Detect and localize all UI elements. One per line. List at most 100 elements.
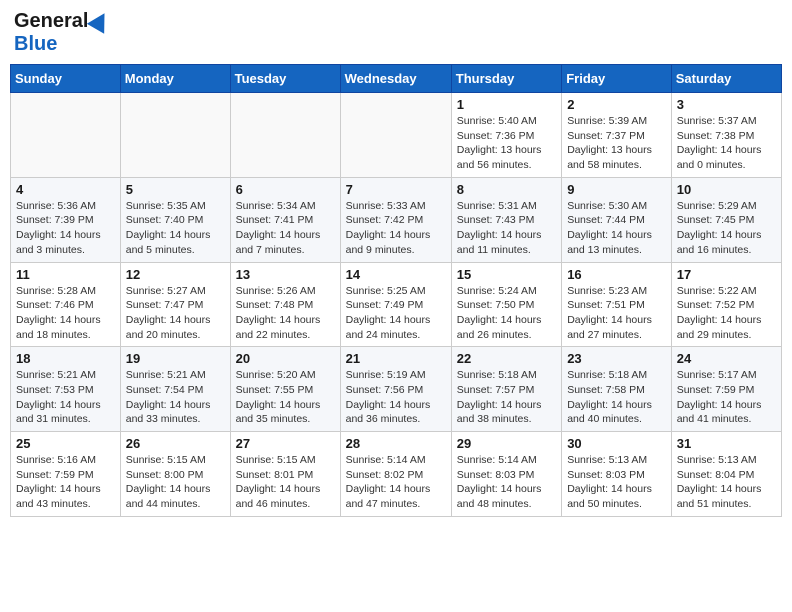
calendar-week-row: 18Sunrise: 5:21 AMSunset: 7:53 PMDayligh…: [11, 347, 782, 432]
calendar-week-row: 25 Sunrise: 5:16 AMSunset: 7:59 PMDayligh…: [11, 432, 782, 517]
calendar-cell: 26 Sunrise: 5:15 AMSunset: 8:00 PMDayligh…: [120, 432, 230, 517]
day-number: 15: [457, 267, 556, 282]
day-info: Sunrise: 5:13 AMSunset: 8:04 PMDaylight:…: [677, 453, 776, 512]
day-info: Sunrise: 5:37 AMSunset: 7:38 PMDaylight:…: [677, 114, 776, 173]
calendar-cell: 21 Sunrise: 5:19 AMSunset: 7:56 PMDayligh…: [340, 347, 451, 432]
calendar-week-row: 1 Sunrise: 5:40 AMSunset: 7:36 PMDaylight…: [11, 93, 782, 178]
calendar-cell: 6 Sunrise: 5:34 AMSunset: 7:41 PMDaylight…: [230, 177, 340, 262]
logo-triangle-icon: [87, 8, 113, 34]
day-info: Sunrise: 5:33 AMSunset: 7:42 PMDaylight:…: [346, 199, 446, 258]
calendar-cell: 7 Sunrise: 5:33 AMSunset: 7:42 PMDaylight…: [340, 177, 451, 262]
day-info: Sunrise: 5:14 AMSunset: 8:02 PMDaylight:…: [346, 453, 446, 512]
day-info: Sunrise: 5:35 AMSunset: 7:40 PMDaylight:…: [126, 199, 225, 258]
calendar-cell: 15 Sunrise: 5:24 AMSunset: 7:50 PMDayligh…: [451, 262, 561, 347]
calendar-cell: 19Sunrise: 5:21 AMSunset: 7:54 PMDayligh…: [120, 347, 230, 432]
day-number: 16: [567, 267, 666, 282]
calendar-cell: 17 Sunrise: 5:22 AMSunset: 7:52 PMDayligh…: [671, 262, 781, 347]
day-number: 28: [346, 436, 446, 451]
day-number: 9: [567, 182, 666, 197]
day-number: 30: [567, 436, 666, 451]
day-number: 3: [677, 97, 776, 112]
calendar-cell: 22 Sunrise: 5:18 AMSunset: 7:57 PMDayligh…: [451, 347, 561, 432]
day-info: Sunrise: 5:18 AMSunset: 7:58 PMDaylight:…: [567, 368, 666, 427]
logo-blue-text: Blue: [14, 33, 57, 56]
day-number: 14: [346, 267, 446, 282]
day-number: 6: [236, 182, 335, 197]
day-info: Sunrise: 5:36 AMSunset: 7:39 PMDaylight:…: [16, 199, 115, 258]
day-number: 27: [236, 436, 335, 451]
calendar-cell: 2 Sunrise: 5:39 AMSunset: 7:37 PMDaylight…: [562, 93, 672, 178]
calendar-cell: [120, 93, 230, 178]
calendar-cell: 18Sunrise: 5:21 AMSunset: 7:53 PMDayligh…: [11, 347, 121, 432]
calendar-week-row: 11 Sunrise: 5:28 AMSunset: 7:46 PMDayligh…: [11, 262, 782, 347]
day-info: Sunrise: 5:40 AMSunset: 7:36 PMDaylight:…: [457, 114, 556, 173]
calendar-cell: 3 Sunrise: 5:37 AMSunset: 7:38 PMDaylight…: [671, 93, 781, 178]
day-info: Sunrise: 5:14 AMSunset: 8:03 PMDaylight:…: [457, 453, 556, 512]
weekday-header-thursday: Thursday: [451, 65, 561, 93]
day-number: 26: [126, 436, 225, 451]
day-info: Sunrise: 5:19 AMSunset: 7:56 PMDaylight:…: [346, 368, 446, 427]
day-info: Sunrise: 5:15 AMSunset: 8:00 PMDaylight:…: [126, 453, 225, 512]
calendar-cell: 20Sunrise: 5:20 AMSunset: 7:55 PMDayligh…: [230, 347, 340, 432]
day-info: Sunrise: 5:18 AMSunset: 7:57 PMDaylight:…: [457, 368, 556, 427]
calendar-cell: 5Sunrise: 5:35 AMSunset: 7:40 PMDaylight…: [120, 177, 230, 262]
logo-general-text: General: [14, 10, 88, 33]
weekday-header-saturday: Saturday: [671, 65, 781, 93]
weekday-header-friday: Friday: [562, 65, 672, 93]
day-info: Sunrise: 5:25 AMSunset: 7:49 PMDaylight:…: [346, 284, 446, 343]
day-info: Sunrise: 5:27 AMSunset: 7:47 PMDaylight:…: [126, 284, 225, 343]
day-info: Sunrise: 5:24 AMSunset: 7:50 PMDaylight:…: [457, 284, 556, 343]
day-number: 7: [346, 182, 446, 197]
day-number: 8: [457, 182, 556, 197]
calendar-cell: 25 Sunrise: 5:16 AMSunset: 7:59 PMDayligh…: [11, 432, 121, 517]
calendar-cell: 4Sunrise: 5:36 AMSunset: 7:39 PMDaylight…: [11, 177, 121, 262]
calendar-cell: 30 Sunrise: 5:13 AMSunset: 8:03 PMDayligh…: [562, 432, 672, 517]
day-number: 22: [457, 351, 556, 366]
calendar-cell: 24Sunrise: 5:17 AMSunset: 7:59 PMDayligh…: [671, 347, 781, 432]
calendar-table: SundayMondayTuesdayWednesdayThursdayFrid…: [10, 64, 782, 517]
day-number: 19: [126, 351, 225, 366]
day-info: Sunrise: 5:15 AMSunset: 8:01 PMDaylight:…: [236, 453, 335, 512]
day-number: 25: [16, 436, 115, 451]
day-number: 1: [457, 97, 556, 112]
day-number: 17: [677, 267, 776, 282]
calendar-cell: 13 Sunrise: 5:26 AMSunset: 7:48 PMDayligh…: [230, 262, 340, 347]
day-info: Sunrise: 5:30 AMSunset: 7:44 PMDaylight:…: [567, 199, 666, 258]
day-info: Sunrise: 5:16 AMSunset: 7:59 PMDaylight:…: [16, 453, 115, 512]
day-number: 2: [567, 97, 666, 112]
day-number: 10: [677, 182, 776, 197]
page-header: General Blue: [10, 10, 782, 56]
day-number: 24: [677, 351, 776, 366]
logo: General Blue: [14, 10, 110, 56]
calendar-cell: 11 Sunrise: 5:28 AMSunset: 7:46 PMDayligh…: [11, 262, 121, 347]
calendar-header-row: SundayMondayTuesdayWednesdayThursdayFrid…: [11, 65, 782, 93]
calendar-cell: 31 Sunrise: 5:13 AMSunset: 8:04 PMDayligh…: [671, 432, 781, 517]
day-number: 21: [346, 351, 446, 366]
day-number: 31: [677, 436, 776, 451]
day-number: 23: [567, 351, 666, 366]
day-number: 12: [126, 267, 225, 282]
day-info: Sunrise: 5:28 AMSunset: 7:46 PMDaylight:…: [16, 284, 115, 343]
calendar-week-row: 4Sunrise: 5:36 AMSunset: 7:39 PMDaylight…: [11, 177, 782, 262]
calendar-cell: 14 Sunrise: 5:25 AMSunset: 7:49 PMDayligh…: [340, 262, 451, 347]
calendar-cell: 29Sunrise: 5:14 AMSunset: 8:03 PMDayligh…: [451, 432, 561, 517]
calendar-cell: 28 Sunrise: 5:14 AMSunset: 8:02 PMDayligh…: [340, 432, 451, 517]
weekday-header-sunday: Sunday: [11, 65, 121, 93]
day-info: Sunrise: 5:23 AMSunset: 7:51 PMDaylight:…: [567, 284, 666, 343]
day-info: Sunrise: 5:39 AMSunset: 7:37 PMDaylight:…: [567, 114, 666, 173]
day-info: Sunrise: 5:21 AMSunset: 7:53 PMDaylight:…: [16, 368, 115, 427]
calendar-cell: 27 Sunrise: 5:15 AMSunset: 8:01 PMDayligh…: [230, 432, 340, 517]
calendar-cell: [230, 93, 340, 178]
day-info: Sunrise: 5:20 AMSunset: 7:55 PMDaylight:…: [236, 368, 335, 427]
calendar-cell: 10Sunrise: 5:29 AMSunset: 7:45 PMDayligh…: [671, 177, 781, 262]
day-info: Sunrise: 5:34 AMSunset: 7:41 PMDaylight:…: [236, 199, 335, 258]
day-info: Sunrise: 5:13 AMSunset: 8:03 PMDaylight:…: [567, 453, 666, 512]
weekday-header-monday: Monday: [120, 65, 230, 93]
day-info: Sunrise: 5:22 AMSunset: 7:52 PMDaylight:…: [677, 284, 776, 343]
calendar-cell: 9 Sunrise: 5:30 AMSunset: 7:44 PMDaylight…: [562, 177, 672, 262]
calendar-cell: 8Sunrise: 5:31 AMSunset: 7:43 PMDaylight…: [451, 177, 561, 262]
day-info: Sunrise: 5:26 AMSunset: 7:48 PMDaylight:…: [236, 284, 335, 343]
weekday-header-wednesday: Wednesday: [340, 65, 451, 93]
day-number: 11: [16, 267, 115, 282]
day-number: 13: [236, 267, 335, 282]
